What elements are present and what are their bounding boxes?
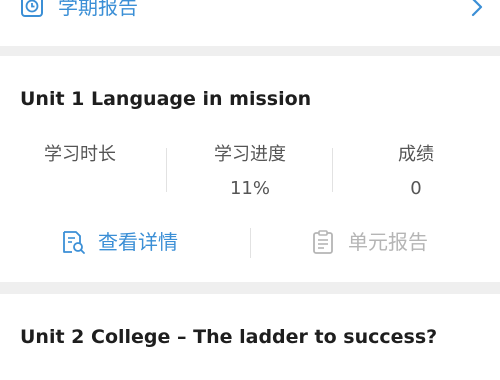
progress-label: 学习进度 — [214, 144, 286, 165]
chevron-right-icon[interactable] — [470, 0, 484, 18]
view-details-label: 查看详情 — [98, 230, 178, 254]
term-report-row[interactable]: 学期报告 — [0, 0, 500, 46]
study-time-value — [10, 176, 150, 202]
progress-stat: 学习进度 11% — [180, 142, 320, 202]
document-search-icon — [63, 231, 85, 254]
divider — [166, 148, 167, 192]
unit-title: Unit 1 Language in mission — [20, 88, 312, 110]
study-time-stat: 学习时长 — [10, 142, 150, 202]
divider — [250, 228, 251, 258]
score-value: 0 — [410, 178, 422, 199]
unit-report-label: 单元报告 — [348, 230, 428, 254]
view-details-button[interactable]: 查看详情 — [60, 226, 200, 258]
progress-value: 11% — [229, 178, 270, 199]
unit-title: Unit 2 College – The ladder to success? — [20, 326, 438, 348]
divider — [332, 148, 333, 192]
score-label: 成绩 — [398, 144, 434, 165]
score-stat: 成绩 0 — [346, 142, 486, 202]
study-time-label: 学习时长 — [44, 144, 116, 165]
unit-report-button[interactable]: 单元报告 — [310, 226, 450, 258]
page: 学期报告 Unit 1 Language in mission 学习时长 学习进… — [0, 0, 500, 380]
unit-card: Unit 1 Language in mission 学习时长 学习进度 11%… — [0, 56, 500, 282]
clock-icon — [21, 0, 43, 17]
unit-card: Unit 2 College – The ladder to success? — [0, 294, 500, 380]
report-icon — [313, 230, 333, 254]
term-report-label: 学期报告 — [58, 0, 138, 19]
